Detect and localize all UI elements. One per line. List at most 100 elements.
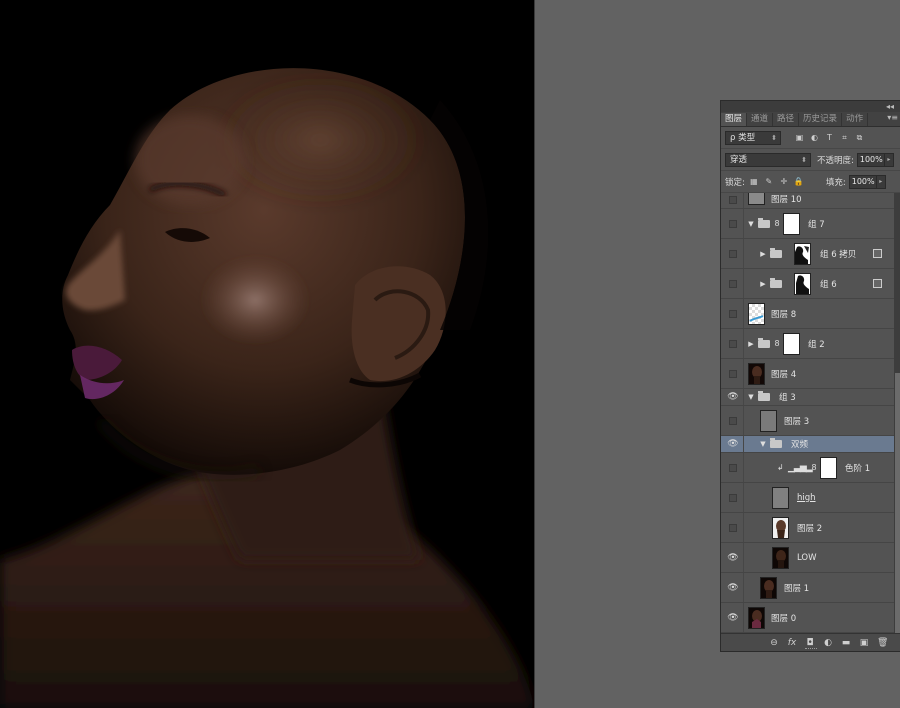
divider [743,513,744,542]
layer-row[interactable]: 图层 4 [721,359,894,389]
opacity-slider-arrow[interactable]: ▸ [884,152,894,167]
visibility-toggle[interactable] [729,493,737,502]
fx-icon[interactable]: fx [787,638,797,648]
visibility-toggle[interactable] [729,416,737,425]
visibility-toggle[interactable] [729,339,737,348]
expand-triangle-icon[interactable]: ▶ [759,250,767,258]
divider [743,573,744,602]
layer-mask-thumbnail[interactable] [820,457,837,479]
expand-triangle-icon[interactable]: ▶ [747,340,755,348]
layer-row[interactable]: ▶ 组 6 [721,269,894,299]
panel-menu-icon[interactable]: ▾≡ [887,113,898,122]
fill-slider-arrow[interactable]: ▸ [876,174,886,189]
tab-actions[interactable]: 动作 [842,113,869,126]
layer-row[interactable]: ▼ 8 组 7 [721,209,894,239]
layer-row[interactable]: 图层 10 [721,193,894,209]
layer-mask-thumbnail[interactable] [794,273,811,295]
layer-row[interactable]: 图层 2 [721,513,894,543]
layer-row[interactable]: high [721,483,894,513]
text-filter-icon[interactable]: T [825,133,834,142]
thumbnail-face [752,366,762,384]
tab-history[interactable]: 历史记录 [799,113,843,126]
layer-mask-thumbnail[interactable] [783,213,800,235]
tab-layers[interactable]: 图层 [721,113,748,126]
layer-mask-thumbnail[interactable] [783,333,800,355]
shape-filter-icon[interactable]: ⌗ [840,133,849,142]
resize-grip[interactable] [805,648,817,651]
eye-icon[interactable]: 👁 [727,612,739,624]
layer-row[interactable]: 图层 3 [721,406,894,436]
layer-name: 组 6 拷贝 [820,249,857,260]
eye-icon[interactable]: 👁 [727,391,739,403]
divider [743,436,744,452]
layer-row[interactable]: ▶ 8 组 2 [721,329,894,359]
tab-paths[interactable]: 路径 [773,113,800,126]
opacity-input[interactable]: 100% [856,152,885,167]
folder-icon [770,247,782,258]
eye-icon[interactable]: 👁 [727,438,739,450]
thumbnail-face [764,580,774,598]
expand-triangle-icon[interactable]: ▼ [747,393,755,401]
layer-row[interactable]: 👁 LOW [721,543,894,573]
layers-scrollbar[interactable] [894,193,900,643]
visibility-toggle[interactable] [729,249,737,258]
layer-name: 图层 4 [771,369,797,380]
collapse-panel-icon[interactable]: ◂◂ [886,101,894,112]
scrollbar-thumb[interactable] [895,373,900,633]
link-icon[interactable]: 8 [773,339,781,348]
adjustment-icon[interactable]: ◐ [823,638,833,648]
lock-paint-icon[interactable]: ✎ [764,177,774,187]
lock-transparent-icon[interactable]: ▦ [749,177,759,187]
layer-row[interactable]: 👁 图层 0 [721,603,894,633]
thumbnail-face [776,520,786,538]
folder-icon [770,438,782,448]
layer-row[interactable]: 👁 图层 1 [721,573,894,603]
layer-row[interactable]: 图层 8 [721,299,894,329]
eye-icon[interactable]: 👁 [727,582,739,594]
lock-position-icon[interactable]: ✛ [779,177,789,187]
layer-name: 组 2 [808,339,825,350]
new-group-icon[interactable]: ▬ [841,638,851,648]
visibility-toggle[interactable] [729,195,737,204]
thumbnail-face [776,550,786,568]
link-icon[interactable]: 8 [810,463,818,472]
layer-thumbnail [748,363,765,385]
adjustment-filter-icon[interactable]: ◐ [810,133,819,142]
mask-shape [795,246,809,264]
layer-name: 双频 [791,440,809,450]
layer-row-selected[interactable]: 👁 ▼ 双频 [721,436,894,453]
smart-object-filter-icon[interactable]: ⧉ [855,133,864,142]
link-icon[interactable]: ⊖ [769,638,779,648]
expand-triangle-icon[interactable]: ▶ [759,280,767,288]
link-icon[interactable]: 8 [773,219,781,228]
expand-triangle-icon[interactable]: ▼ [759,440,767,448]
visibility-toggle[interactable] [729,369,737,378]
visibility-toggle[interactable] [729,309,737,318]
filter-type-select[interactable]: ρ 类型 ⬍ [725,130,781,145]
layer-thumbnail [748,607,765,629]
eye-icon[interactable]: 👁 [727,552,739,564]
layer-row[interactable]: ▶ 组 6 拷贝 [721,239,894,269]
fill-input[interactable]: 100% [848,174,877,189]
tab-channels[interactable]: 通道 [747,113,774,126]
add-mask-icon[interactable]: ◘ [805,638,815,648]
visibility-toggle[interactable] [729,523,737,532]
layer-row[interactable]: ↲ ▁▃▅▂ 8 色阶 1 [721,453,894,483]
document-canvas[interactable] [0,0,535,708]
layer-row[interactable]: 👁 ▼ 组 3 [721,389,894,406]
pixel-filter-icon[interactable]: ▣ [795,133,804,142]
visibility-toggle[interactable] [729,463,737,472]
lock-row: 锁定: ▦ ✎ ✛ 🔒 填充: 100% ▸ [721,171,900,193]
portrait-image [0,0,534,708]
visibility-toggle[interactable] [729,279,737,288]
folder-icon [758,337,770,348]
levels-adjustment-icon: ▁▃▅▂ [788,462,813,473]
layer-mask-thumbnail[interactable] [794,243,811,265]
expand-triangle-icon[interactable]: ▼ [747,220,755,228]
visibility-toggle[interactable] [729,219,737,228]
panel-titlebar[interactable]: ◂◂ [721,101,900,112]
trash-icon[interactable]: 🗑 [877,638,888,648]
lock-all-icon[interactable]: 🔒 [794,177,804,187]
new-layer-icon[interactable]: ▣ [859,638,869,648]
blend-mode-select[interactable]: 穿透 ⬍ [725,152,811,167]
